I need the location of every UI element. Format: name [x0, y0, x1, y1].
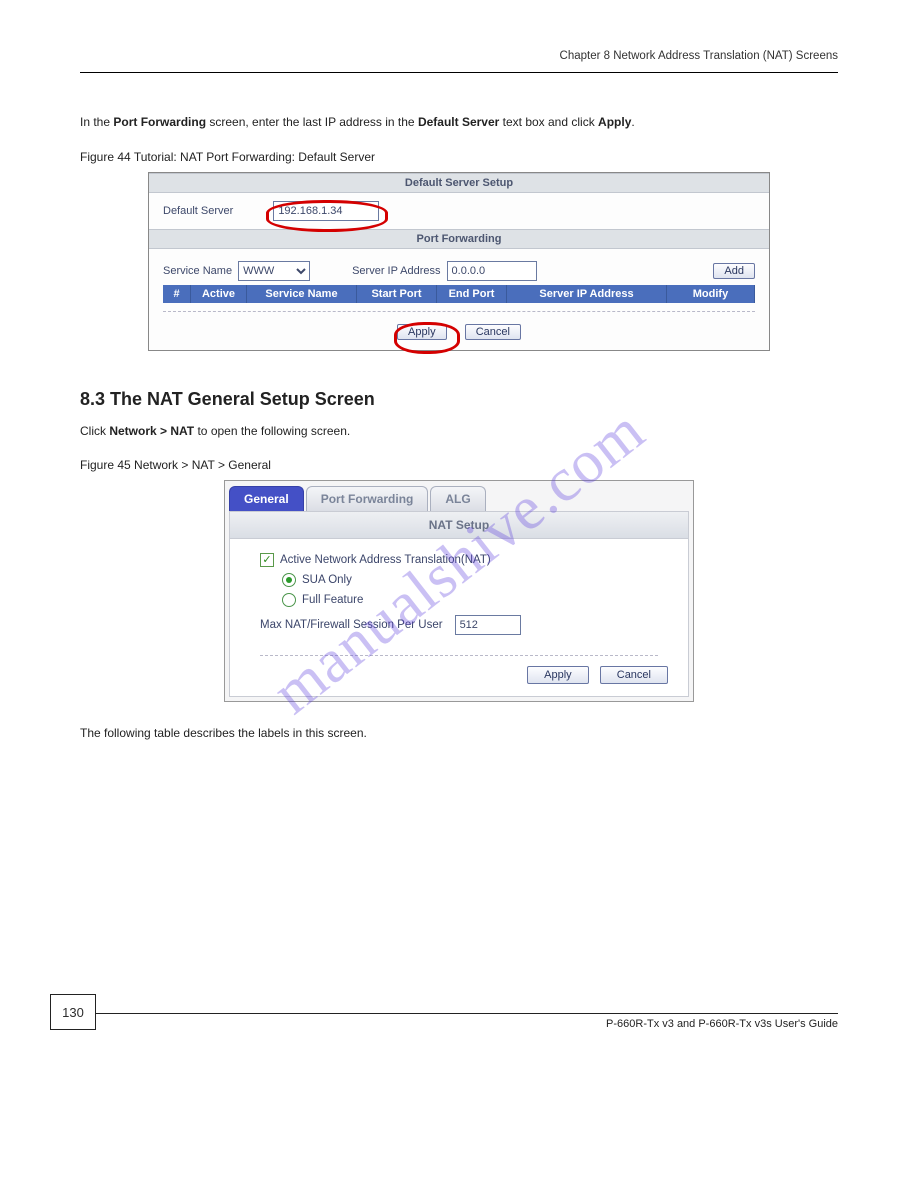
text-frag: In the [80, 115, 113, 129]
max-session-label: Max NAT/Firewall Session Per User [260, 619, 443, 631]
text-frag: Click [80, 424, 109, 438]
header-rule [80, 72, 838, 73]
fig1-caption-no: Figure 44 [80, 150, 134, 164]
text-frag: text box and click [499, 115, 598, 129]
port-forwarding-title: Port Forwarding [149, 229, 769, 249]
nat-active-label: Active Network Address Translation(NAT) [280, 554, 491, 566]
fig2-caption-text: Network > NAT > General [134, 458, 271, 472]
th-name: Service Name [247, 285, 357, 303]
th-ip: Server IP Address [507, 285, 667, 303]
fig1-panel: Default Server Setup Default Server Port… [148, 172, 770, 351]
default-server-setup-title: Default Server Setup [149, 173, 769, 193]
header-text: Chapter 8 Network Address Translation (N… [80, 50, 838, 62]
th-active: Active [191, 285, 247, 303]
section-paragraph: Click Network > NAT to open the followin… [80, 422, 838, 441]
server-ip-label: Server IP Address [352, 265, 440, 277]
fig2-caption-no: Figure 45 [80, 458, 134, 472]
nat-active-checkbox[interactable]: ✓ [260, 553, 274, 567]
text-strong: Port Forwarding [113, 115, 206, 129]
service-name-select[interactable]: WWW [238, 261, 310, 281]
default-server-label: Default Server [163, 205, 233, 217]
fig2-panel: General Port Forwarding ALG NAT Setup ✓ … [224, 480, 694, 702]
fig2-caption: Figure 45 Network > NAT > General [80, 458, 838, 472]
text-strong: Default Server [418, 115, 499, 129]
radio-sua-label: SUA Only [302, 574, 352, 586]
footer-rule [95, 1013, 838, 1014]
section-heading: 8.3 The NAT General Setup Screen [80, 389, 838, 410]
dotted-sep [163, 311, 755, 312]
fig1-caption-text: Tutorial: NAT Port Forwarding: Default S… [134, 150, 375, 164]
fig1-caption: Figure 44 Tutorial: NAT Port Forwarding:… [80, 150, 838, 164]
service-name-label: Service Name [163, 265, 232, 277]
default-server-input[interactable] [273, 201, 379, 221]
cancel-button-2[interactable]: Cancel [600, 666, 668, 684]
radio-sua-only[interactable] [282, 573, 296, 587]
tab-alg[interactable]: ALG [430, 486, 485, 511]
add-button[interactable]: Add [713, 263, 755, 279]
radio-full-feature[interactable] [282, 593, 296, 607]
nat-setup-title: NAT Setup [230, 512, 688, 539]
th-end: End Port [437, 285, 507, 303]
server-ip-input[interactable] [447, 261, 537, 281]
apply-button[interactable]: Apply [397, 324, 447, 340]
max-session-input[interactable] [455, 615, 521, 635]
text-strong: Apply [598, 115, 631, 129]
radio-full-label: Full Feature [302, 594, 363, 606]
dotted-sep2 [260, 655, 658, 656]
cancel-button[interactable]: Cancel [465, 324, 521, 340]
pf-table-header: # Active Service Name Start Port End Por… [163, 285, 755, 303]
tab-port-forwarding[interactable]: Port Forwarding [306, 486, 429, 511]
intro-paragraph: In the Port Forwarding screen, enter the… [80, 113, 838, 132]
text-frag: to open the following screen. [194, 424, 350, 438]
post-figure-text: The following table describes the labels… [80, 724, 838, 743]
footer-text: P-660R-Tx v3 and P-660R-Tx v3s User's Gu… [606, 1018, 838, 1030]
tabs-row: General Port Forwarding ALG [229, 485, 689, 511]
tab-general[interactable]: General [229, 486, 304, 511]
text-frag: screen, enter the last IP address in the [206, 115, 418, 129]
th-num: # [163, 285, 191, 303]
th-start: Start Port [357, 285, 437, 303]
th-modify: Modify [667, 285, 755, 303]
page-number: 130 [50, 994, 96, 1030]
text-frag: . [631, 115, 634, 129]
text-strong: Network > NAT [109, 424, 194, 438]
apply-button-2[interactable]: Apply [527, 666, 589, 684]
